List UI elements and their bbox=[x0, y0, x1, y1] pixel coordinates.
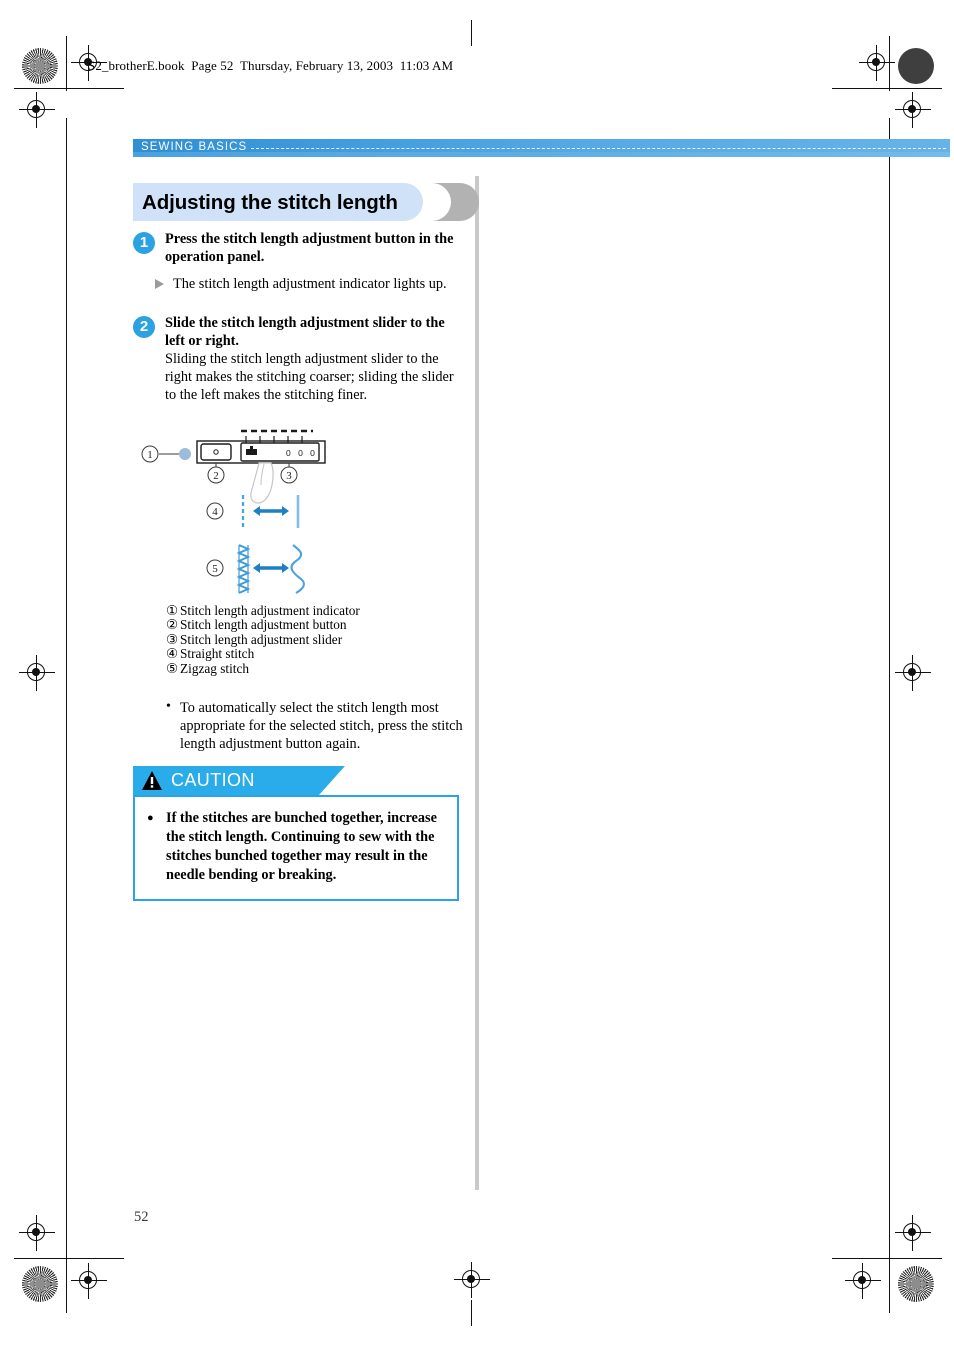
key-marker-4: ④ bbox=[166, 646, 178, 662]
warning-triangle-icon bbox=[141, 770, 163, 791]
stitch-length-figure: 1 0 0 0 2 3 4 5 bbox=[133, 423, 468, 598]
key-item-4: ④ Straight stitch bbox=[166, 647, 468, 662]
page-number: 52 bbox=[134, 1209, 149, 1225]
trim-line-top-left-vertical bbox=[66, 36, 68, 91]
page-edge-left bbox=[66, 118, 68, 1258]
starburst-mark-top-left bbox=[22, 48, 58, 84]
page-edge-right bbox=[889, 118, 891, 1258]
step-2-body: Slide the stitch length adjustment slide… bbox=[165, 314, 468, 405]
step-1: 1 Press the stitch length adjustment but… bbox=[133, 230, 468, 294]
figure-illustration: 1 0 0 0 2 3 4 5 bbox=[141, 429, 326, 594]
key-marker-2: ② bbox=[166, 617, 178, 633]
crosshair-mark-top-right-inner bbox=[859, 45, 895, 81]
svg-text:1: 1 bbox=[147, 449, 153, 461]
step-1-result-text: The stitch length adjustment indicator l… bbox=[173, 276, 447, 293]
key-item-3: ③ Stitch length adjustment slider bbox=[166, 631, 468, 648]
key-marker-3: ③ bbox=[166, 631, 178, 647]
trim-line-bottom-left-vertical bbox=[66, 1258, 68, 1313]
step-1-body: Press the stitch length adjustment butto… bbox=[165, 230, 468, 266]
figure-key-list: ① Stitch length adjustment indicator ② Sti… bbox=[166, 602, 468, 677]
starburst-mark-bottom-right bbox=[898, 1266, 934, 1302]
main-content-column: 1 Press the stitch length adjustment but… bbox=[133, 230, 468, 753]
key-label-1: Stitch length adjustment indicator bbox=[180, 602, 360, 618]
running-head-band-underline bbox=[133, 152, 950, 157]
key-label-4: Straight stitch bbox=[180, 646, 255, 662]
caution-item: If the stitches are bunched together, in… bbox=[147, 809, 445, 885]
caution-body: If the stitches are bunched together, in… bbox=[133, 795, 459, 901]
page-title: Adjusting the stitch length bbox=[142, 191, 398, 214]
svg-text:5: 5 bbox=[212, 563, 218, 575]
crosshair-mark-left-upper bbox=[19, 92, 55, 128]
caution-box: CAUTION If the stitches are bunched toge… bbox=[133, 766, 459, 901]
svg-text:4: 4 bbox=[212, 506, 218, 518]
key-item-5: ⑤ Zigzag stitch bbox=[166, 661, 468, 677]
crosshair-mark-right-middle bbox=[895, 655, 931, 691]
trim-line-top-left-horizontal bbox=[14, 88, 124, 90]
step-1-number: 1 bbox=[133, 232, 155, 254]
trim-line-bottom-left-horizontal bbox=[14, 1258, 124, 1260]
key-label-5: Zigzag stitch bbox=[180, 661, 250, 676]
step-2-number: 2 bbox=[133, 315, 155, 338]
step-1-title: Press the stitch length adjustment butto… bbox=[165, 231, 454, 266]
key-item-2: ② Stitch length adjustment button bbox=[166, 617, 468, 633]
svg-text:2: 2 bbox=[213, 470, 219, 482]
key-marker-5: ⑤ bbox=[166, 661, 178, 676]
triangle-bullet-icon bbox=[155, 279, 164, 290]
svg-text:3: 3 bbox=[286, 470, 292, 482]
crosshair-mark-right-upper bbox=[895, 92, 931, 128]
caution-label: CAUTION bbox=[171, 770, 255, 790]
trim-line-top-right-vertical bbox=[889, 36, 891, 91]
key-marker-1: ① bbox=[166, 602, 178, 618]
trim-line-bottom-center bbox=[471, 1300, 473, 1326]
key-item-1: ① Stitch length adjustment indicator bbox=[166, 602, 468, 619]
key-label-3: Stitch length adjustment slider bbox=[180, 631, 343, 647]
solid-dot-mark-top-right bbox=[898, 48, 934, 84]
crosshair-mark-left-lower bbox=[19, 1215, 55, 1251]
crosshair-mark-left-middle bbox=[19, 655, 55, 691]
auto-select-note: To automatically select the stitch lengt… bbox=[166, 698, 472, 754]
trim-line-bottom-right-vertical bbox=[889, 1258, 891, 1313]
section-title-banner: Adjusting the stitch length bbox=[133, 183, 479, 221]
crosshair-mark-bottom-right-inner bbox=[845, 1263, 881, 1299]
step-2: 2 Slide the stitch length adjustment sli… bbox=[133, 314, 468, 405]
key-label-2: Stitch length adjustment button bbox=[180, 617, 347, 633]
trim-line-top-center bbox=[471, 20, 473, 46]
starburst-mark-bottom-left bbox=[22, 1266, 58, 1302]
step-1-result: The stitch length adjustment indicator l… bbox=[155, 275, 468, 293]
crosshair-mark-bottom-left-inner bbox=[71, 1263, 107, 1299]
step-2-title: Slide the stitch length adjustment slide… bbox=[165, 314, 445, 349]
crosshair-mark-bottom-center bbox=[454, 1262, 490, 1298]
caution-header: CAUTION bbox=[133, 766, 345, 795]
column-divider bbox=[475, 176, 479, 1190]
trim-line-top-right-horizontal bbox=[832, 88, 942, 90]
step-2-text: Sliding the stitch length adjustment sli… bbox=[165, 351, 454, 404]
file-slug-line: S2_brotherE.book Page 52 Thursday, Febru… bbox=[88, 58, 454, 73]
trim-line-bottom-right-horizontal bbox=[832, 1258, 942, 1260]
panel-digits: 0 0 0 bbox=[286, 448, 317, 458]
crosshair-mark-right-lower bbox=[895, 1215, 931, 1251]
running-head-rule bbox=[251, 148, 946, 149]
